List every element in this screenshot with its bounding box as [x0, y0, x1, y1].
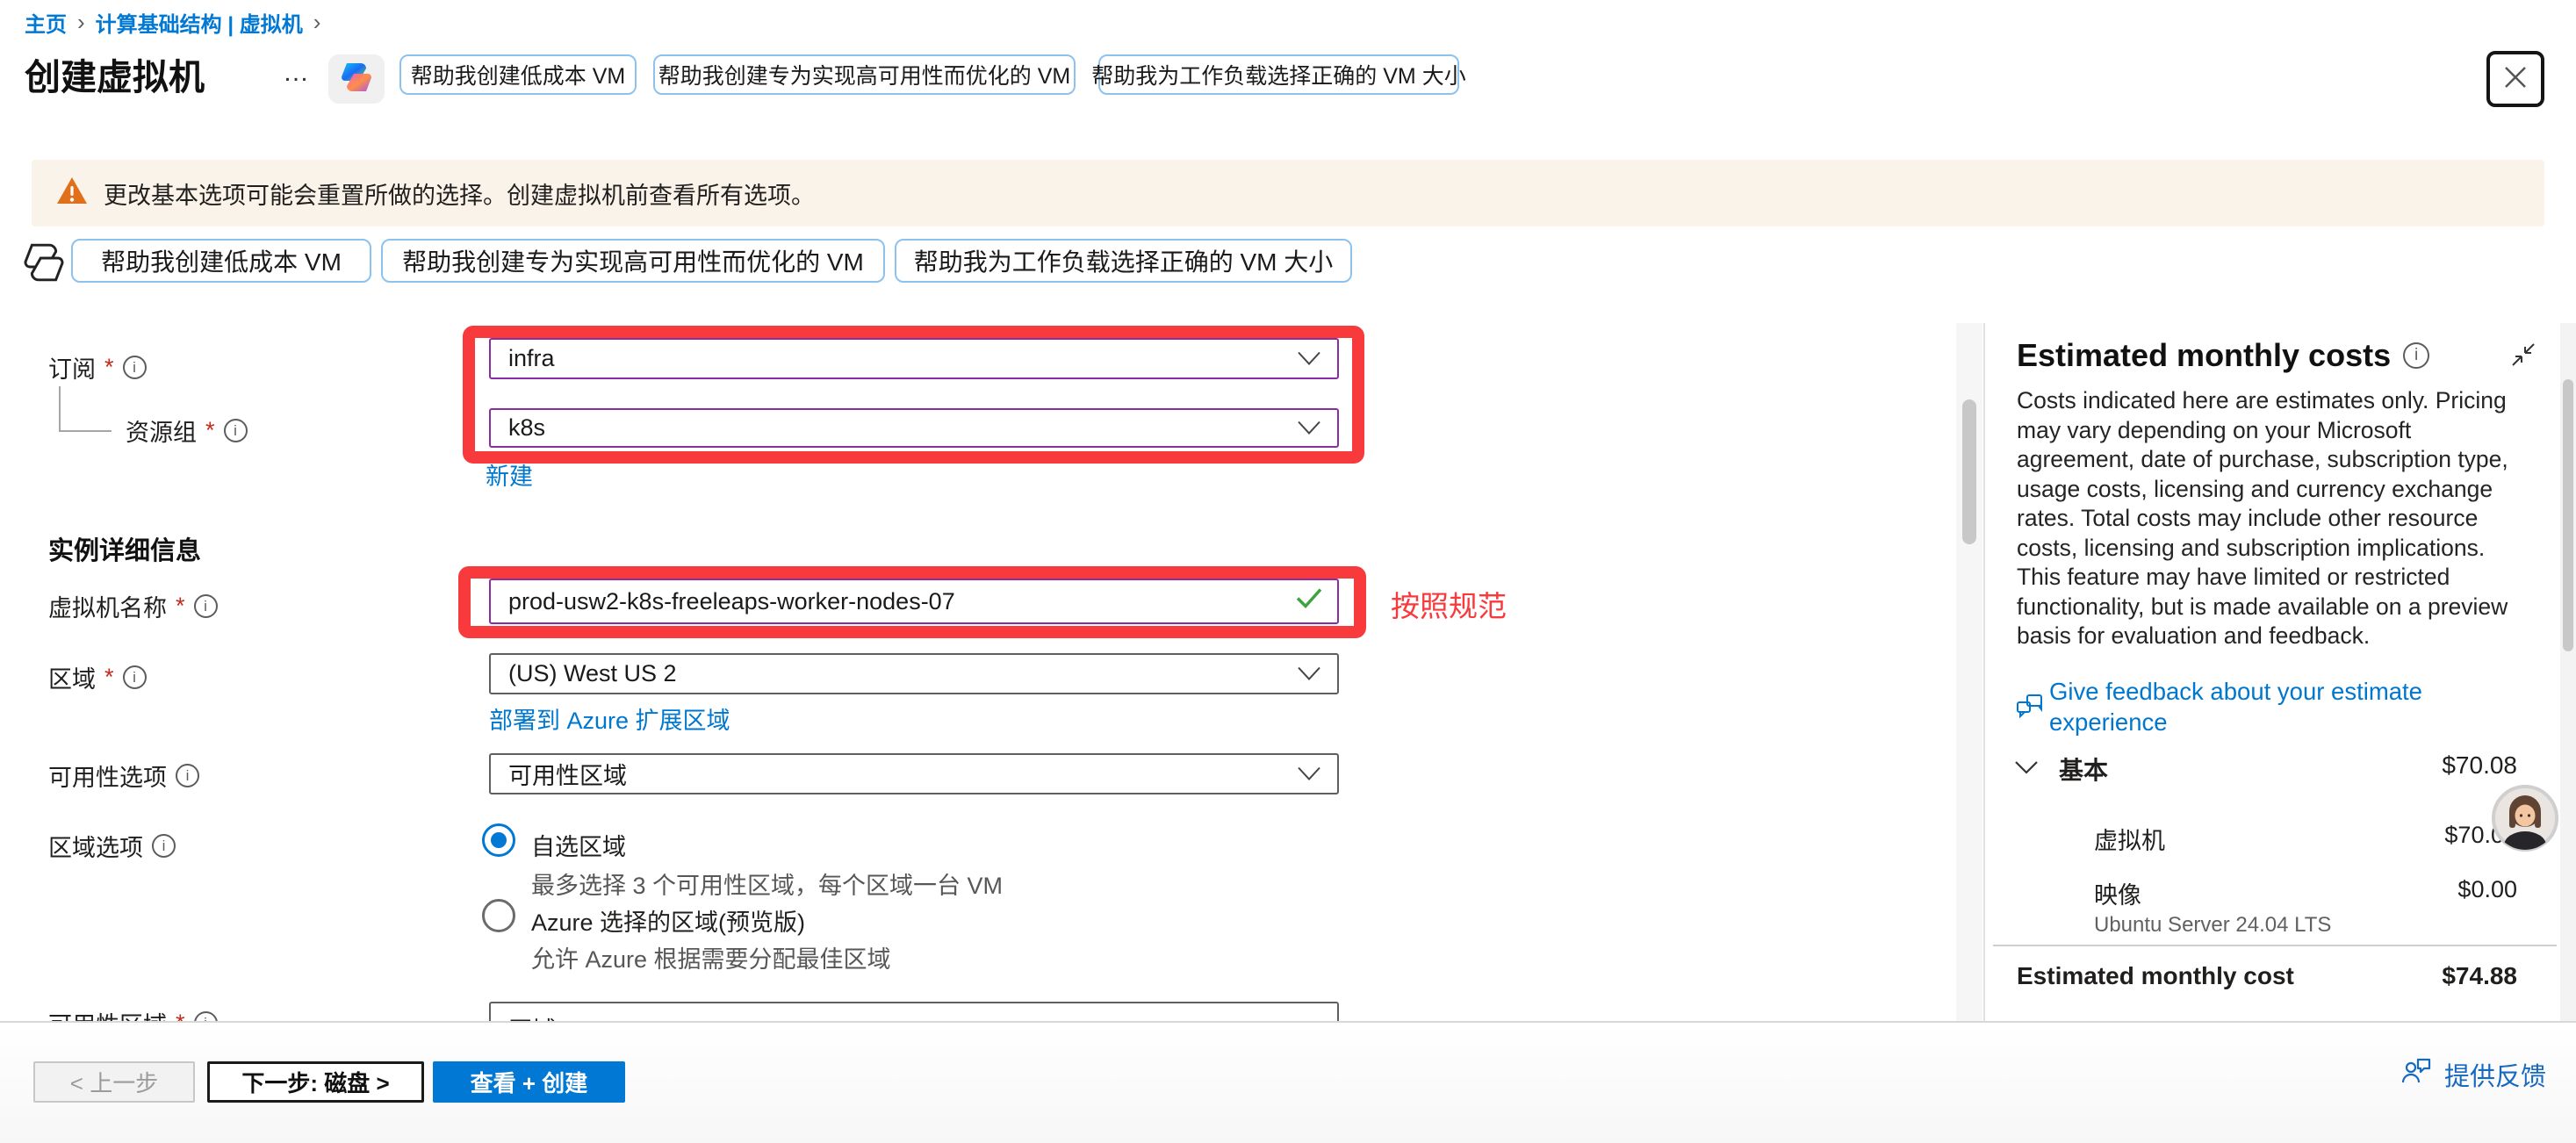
zone-options-label: 区域选项	[48, 829, 176, 863]
chevron-down-icon	[1297, 760, 1321, 787]
info-icon[interactable]	[123, 665, 147, 689]
info-icon[interactable]	[176, 764, 199, 787]
instance-details-heading: 实例详细信息	[48, 530, 201, 567]
breadcrumb: 主页 计算基础结构 | 虚拟机	[25, 7, 320, 38]
copilot-suggestion-low-cost-2[interactable]: 帮助我创建低成本 VM	[71, 239, 371, 283]
info-icon[interactable]	[2403, 342, 2429, 369]
chevron-down-icon	[1297, 345, 1321, 372]
copilot-suggestion-high-availability[interactable]: 帮助我创建专为实现高可用性而优化的 VM	[653, 54, 1076, 95]
breadcrumb-home-link[interactable]: 主页	[25, 7, 67, 38]
copilot-suggestion-vm-size-2[interactable]: 帮助我为工作负载选择正确的 VM 大小	[895, 239, 1352, 283]
previous-button[interactable]: < 上一步	[33, 1061, 195, 1103]
copilot-icon	[338, 60, 375, 99]
copilot-button[interactable]	[328, 54, 385, 104]
next-disks-button[interactable]: 下一步: 磁盘 >	[207, 1061, 424, 1103]
copilot-suggestion-high-availability-2[interactable]: 帮助我创建专为实现高可用性而优化的 VM	[381, 239, 885, 283]
more-options-button[interactable]: …	[283, 58, 312, 88]
valid-check-icon	[1295, 587, 1323, 616]
warning-banner: 更改基本选项可能会重置所做的选择。创建虚拟机前查看所有选项。	[32, 160, 2544, 226]
feedback-person-icon	[2400, 1056, 2432, 1093]
deploy-edge-zone-link[interactable]: 部署到 Azure 扩展区域	[489, 701, 730, 736]
info-icon[interactable]	[152, 834, 176, 858]
create-vm-page: 主页 计算基础结构 | 虚拟机 创建虚拟机 … 帮助我创建低成本 VM	[0, 0, 2576, 1143]
zone-option1-desc: 最多选择 3 个可用性区域，每个区域一台 VM	[531, 866, 1003, 901]
feedback-bubbles-icon	[2016, 692, 2046, 726]
info-icon[interactable]	[123, 356, 147, 379]
resource-group-label: 资源组*	[126, 413, 248, 448]
tree-connector	[59, 430, 112, 432]
chevron-down-icon	[1297, 660, 1321, 687]
radio-self-selected-zone[interactable]	[482, 823, 515, 857]
chevron-down-icon[interactable]	[2013, 758, 2040, 780]
collapse-panel-icon[interactable]	[2509, 341, 2537, 373]
avatar[interactable]	[2491, 784, 2559, 852]
cost-panel-description: Costs indicated here are estimates only.…	[2017, 386, 2517, 651]
subscription-dropdown[interactable]: infra	[489, 338, 1339, 379]
cost-row-image-value: $0.00	[2457, 876, 2517, 903]
chevron-right-icon	[77, 9, 85, 36]
close-button[interactable]	[2486, 51, 2544, 107]
cost-row-vm-label: 虚拟机	[2094, 822, 2165, 856]
subscription-label: 订阅*	[48, 350, 147, 385]
zone-option2-label[interactable]: Azure 选择的区域(预览版)	[531, 903, 805, 938]
info-icon[interactable]	[194, 594, 218, 618]
warning-text: 更改基本选项可能会重置所做的选择。创建虚拟机前查看所有选项。	[104, 176, 815, 211]
footer-bar: < 上一步 下一步: 磁盘 > 查看 + 创建 提供反馈	[0, 1021, 2576, 1143]
panel-scrollbar-thumb[interactable]	[2563, 379, 2573, 651]
vm-name-label: 虚拟机名称*	[48, 589, 218, 623]
zone-option1-label[interactable]: 自选区域	[531, 828, 626, 862]
create-new-resource-group-link[interactable]: 新建	[486, 457, 533, 492]
close-icon	[2500, 62, 2530, 97]
page-title: 创建虚拟机	[25, 47, 205, 100]
cost-total-label: Estimated monthly cost	[2017, 962, 2294, 990]
cost-group-value: $70.08	[2442, 751, 2517, 780]
availability-options-label: 可用性选项	[48, 758, 199, 793]
cost-group-label[interactable]: 基本	[2059, 751, 2108, 787]
vm-name-input[interactable]: prod-usw2-k8s-freeleaps-worker-nodes-07	[489, 579, 1339, 624]
cost-total-value: $74.88	[2442, 962, 2517, 990]
cost-row-image-label: 映像	[2094, 876, 2141, 910]
main-scrollbar-thumb[interactable]	[1962, 399, 1976, 544]
footer-feedback-link[interactable]: 提供反馈	[2400, 1056, 2546, 1093]
cost-panel-title: Estimated monthly costs	[2017, 337, 2429, 374]
region-label: 区域*	[48, 660, 147, 694]
availability-options-dropdown[interactable]: 可用性区域	[489, 753, 1339, 794]
chevron-down-icon	[1297, 414, 1321, 442]
copilot-suggestion-low-cost[interactable]: 帮助我创建低成本 VM	[399, 54, 637, 95]
tree-connector	[59, 386, 61, 432]
copilot-suggestion-vm-size[interactable]: 帮助我为工作负载选择正确的 VM 大小	[1098, 54, 1459, 95]
cost-row-image-sub: Ubuntu Server 24.04 LTS	[2094, 913, 2331, 938]
panel-divider-vertical	[1983, 323, 1985, 1021]
chevron-right-icon	[313, 9, 321, 36]
radio-dot	[491, 832, 507, 848]
zone-option2-desc: 允许 Azure 根据需要分配最佳区域	[531, 940, 891, 974]
resource-group-dropdown[interactable]: k8s	[489, 408, 1339, 448]
review-create-button[interactable]: 查看 + 创建	[433, 1061, 625, 1103]
cost-total-divider	[1993, 945, 2557, 946]
copilot-outline-icon	[21, 241, 67, 284]
warning-icon	[56, 176, 88, 210]
estimate-feedback-link[interactable]: Give feedback about your estimate experi…	[2049, 676, 2523, 737]
annotation-text: 按照规范	[1391, 583, 1507, 625]
region-dropdown[interactable]: (US) West US 2	[489, 653, 1339, 694]
breadcrumb-section-link[interactable]: 计算基础结构 | 虚拟机	[96, 7, 303, 38]
info-icon[interactable]	[224, 419, 248, 442]
radio-azure-selected-zone[interactable]	[482, 899, 515, 932]
